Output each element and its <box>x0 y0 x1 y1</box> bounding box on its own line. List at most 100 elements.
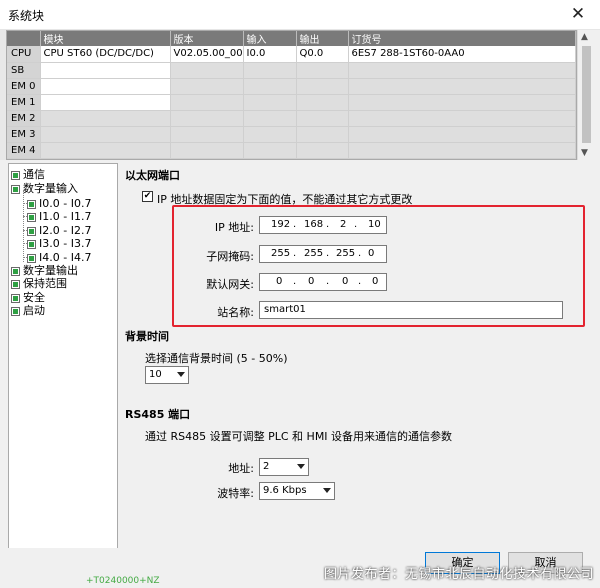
watermark-text: 图片发布者：无锡市北辰自动化技术有限公司 <box>323 567 594 582</box>
order-cell: 6ES7 288-1ST60-0AA0 <box>348 46 576 63</box>
close-icon[interactable]: ✕ <box>556 0 600 30</box>
output-cell <box>296 94 349 111</box>
input-cell <box>243 142 297 159</box>
table-row[interactable]: CPU CPU ST60 (DC/DC/DC) V02.05.00_00... … <box>7 46 576 63</box>
output-cell <box>296 142 349 159</box>
module-cell[interactable]: CPU ST60 (DC/DC/DC) <box>40 46 171 63</box>
chevron-down-icon <box>177 372 185 377</box>
tree-connector <box>23 190 24 262</box>
output-cell <box>296 126 349 143</box>
scroll-down-icon[interactable]: ▼ <box>581 148 588 158</box>
column-header: 订货号 <box>348 31 576 46</box>
checked-icon <box>11 184 20 194</box>
slot-label: CPU <box>7 46 41 63</box>
tree-item-security[interactable]: 安全 <box>11 291 45 304</box>
checked-icon <box>11 170 20 180</box>
checked-icon <box>27 253 36 263</box>
slot-label: EM 3 <box>7 126 41 143</box>
checked-icon <box>27 239 36 249</box>
slot-label: EM 2 <box>7 110 41 127</box>
slot-label: EM 0 <box>7 78 41 95</box>
tree-item-startup[interactable]: 启动 <box>11 304 45 317</box>
input-cell: I0.0 <box>243 46 297 63</box>
background-time-value: 10 <box>149 369 162 380</box>
tree-item-i2[interactable]: I2.0 - I2.7 <box>27 224 91 237</box>
table-row[interactable]: EM 1 <box>7 94 576 111</box>
table-row[interactable]: EM 4 <box>7 142 576 159</box>
checked-icon <box>11 266 20 276</box>
module-cell[interactable] <box>40 126 171 143</box>
column-header: 输出 <box>296 31 349 46</box>
rs485-address-select[interactable]: 2 <box>259 458 309 476</box>
tree-item-label: I4.0 - I4.7 <box>39 251 92 264</box>
input-cell <box>243 94 297 111</box>
version-cell <box>170 110 244 127</box>
column-header <box>7 31 41 46</box>
baud-rate-label: 波特率: <box>217 487 254 500</box>
table-row[interactable]: EM 0 <box>7 78 576 95</box>
scroll-thumb[interactable] <box>582 46 591 143</box>
chevron-down-icon <box>323 488 331 493</box>
checked-icon <box>27 226 36 236</box>
scroll-up-icon[interactable]: ▲ <box>581 32 588 42</box>
title-bar: 系统块 ✕ <box>0 0 600 30</box>
tree-item-i3[interactable]: I3.0 - I3.7 <box>27 237 91 250</box>
checked-icon <box>11 306 20 316</box>
rs485-address-label: 地址: <box>228 462 254 475</box>
ethernet-section-title: 以太网端口 <box>125 169 180 182</box>
baud-rate-value: 9.6 Kbps <box>263 485 307 496</box>
column-header: 版本 <box>170 31 244 46</box>
chevron-down-icon <box>297 464 305 469</box>
version-cell <box>170 78 244 95</box>
settings-tree: 通信 数字量输入 I0.0 - I0.7 I1.0 - I1.7 I2.0 - … <box>8 163 118 563</box>
order-cell <box>348 62 576 79</box>
rs485-desc: 通过 RS485 设置可调整 PLC 和 HMI 设备用来通信的通信参数 <box>145 430 453 443</box>
checked-icon <box>11 293 20 303</box>
tree-item-label: 通信 <box>23 168 45 181</box>
module-table: 模块 版本 输入 输出 订货号 CPU CPU ST60 (DC/DC/DC) … <box>6 30 577 160</box>
tree-item-i0[interactable]: I0.0 - I0.7 <box>27 197 91 210</box>
version-cell <box>170 126 244 143</box>
module-cell[interactable] <box>40 62 171 79</box>
slot-label: EM 1 <box>7 94 41 111</box>
module-cell[interactable] <box>40 94 171 111</box>
background-fragment: +T0240000+NZ <box>86 576 160 586</box>
fixed-ip-checkbox[interactable]: ✔ <box>142 191 153 202</box>
tree-item-communication[interactable]: 通信 <box>11 168 45 181</box>
module-cell[interactable] <box>40 110 171 127</box>
output-cell: Q0.0 <box>296 46 349 63</box>
version-cell <box>170 62 244 79</box>
baud-rate-select[interactable]: 9.6 Kbps <box>259 482 335 500</box>
slot-label: SB <box>7 62 41 79</box>
highlight-box <box>172 205 585 327</box>
tree-item-label: 数字量输入 <box>23 182 78 195</box>
version-cell <box>170 142 244 159</box>
background-time-title: 背景时间 <box>125 330 169 343</box>
order-cell <box>348 126 576 143</box>
tree-item-label: I0.0 - I0.7 <box>39 197 92 210</box>
tree-item-label: 保持范围 <box>23 277 67 290</box>
tree-item-label: I1.0 - I1.7 <box>39 210 92 223</box>
module-cell[interactable] <box>40 78 171 95</box>
output-cell <box>296 110 349 127</box>
order-cell <box>348 78 576 95</box>
background-time-select[interactable]: 10 <box>145 366 189 384</box>
table-scrollbar[interactable]: ▲ ▼ <box>577 30 594 160</box>
table-row[interactable]: EM 3 <box>7 126 576 143</box>
module-cell[interactable] <box>40 142 171 159</box>
tree-item-i4[interactable]: I4.0 - I4.7 <box>27 251 91 264</box>
tree-item-digital-input[interactable]: 数字量输入 <box>11 182 78 195</box>
tree-item-digital-output[interactable]: 数字量输出 <box>11 264 78 277</box>
tree-item-label: I2.0 - I2.7 <box>39 224 92 237</box>
input-cell <box>243 110 297 127</box>
tree-item-retentive[interactable]: 保持范围 <box>11 277 67 290</box>
table-row[interactable]: EM 2 <box>7 110 576 127</box>
tree-item-i1[interactable]: I1.0 - I1.7 <box>27 210 91 223</box>
order-cell <box>348 94 576 111</box>
checked-icon <box>27 199 36 209</box>
column-header: 输入 <box>243 31 297 46</box>
table-row[interactable]: SB <box>7 62 576 79</box>
tree-item-label: 数字量输出 <box>23 264 78 277</box>
version-cell: V02.05.00_00... <box>170 46 244 63</box>
column-header: 模块 <box>40 31 171 46</box>
